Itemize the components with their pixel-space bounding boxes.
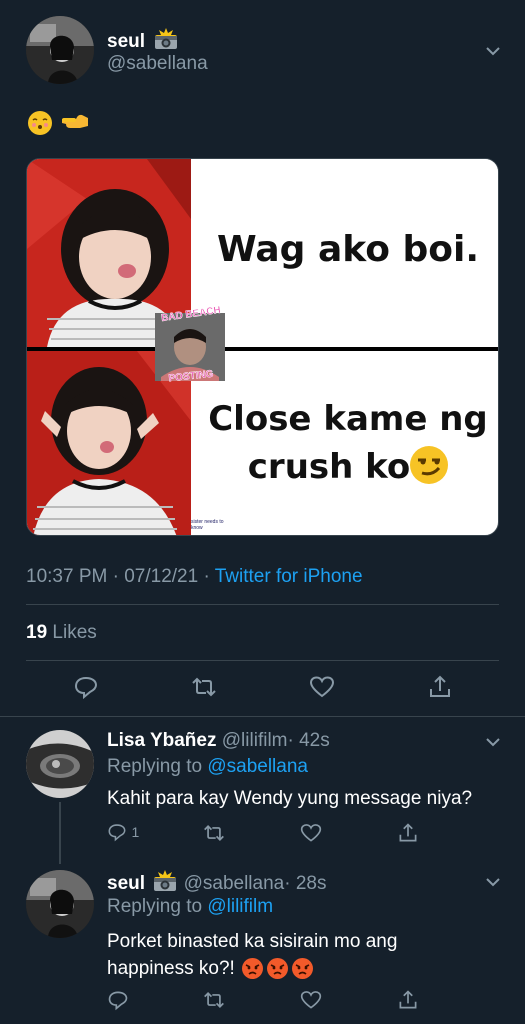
tweet-timestamp[interactable]: 10:37 PM · 07/12/21 ·	[26, 566, 215, 587]
likes-count: 19	[26, 622, 48, 643]
retweet-icon[interactable]	[191, 674, 217, 700]
retweet-icon[interactable]	[203, 989, 225, 1011]
meme-bottom-text-line1: Close kame ng	[208, 399, 488, 439]
meme-top-text: Wag ako boi.	[216, 229, 480, 270]
reply-text-line1: Porket binasted ka sisirain mo ang	[107, 931, 398, 952]
meme-bottom-text-line2: crush ko	[203, 443, 493, 491]
replying-to-label: Replying to	[107, 896, 208, 917]
divider	[26, 660, 499, 661]
pointing-left-icon	[60, 110, 90, 135]
reply-header: seul @sabellana· 28s	[107, 870, 326, 898]
reply-icon[interactable]	[107, 989, 129, 1011]
bad-beach-sticker: BAD BEACH POSTING	[147, 305, 233, 387]
like-icon[interactable]	[300, 989, 322, 1011]
angry-face-icon	[242, 958, 264, 980]
likes-count-row[interactable]: 19 Likes	[26, 622, 97, 644]
share-icon[interactable]	[397, 989, 419, 1011]
reply-count: 1	[131, 824, 140, 840]
replying-to-handle[interactable]: @lilifilm	[207, 896, 273, 917]
camera-flash-icon	[153, 28, 179, 55]
reply-time[interactable]: · 28s	[284, 873, 326, 894]
angry-face-icon	[292, 958, 314, 980]
camera-flash-icon	[152, 870, 178, 898]
retweet-icon[interactable]	[203, 822, 225, 844]
reply-text-line2-words: happiness ko?!	[107, 958, 235, 979]
reply-time[interactable]: · 42s	[288, 730, 330, 751]
reply-button[interactable]: 1	[107, 822, 139, 844]
smirking-face-icon	[410, 446, 449, 484]
avatar[interactable]	[26, 16, 94, 84]
reply-author-name[interactable]: seul	[107, 873, 145, 894]
share-icon[interactable]	[427, 674, 453, 700]
replying-to-handle[interactable]: @sabellana	[207, 756, 308, 777]
avatar[interactable]	[26, 730, 94, 798]
kissing-face-icon	[28, 110, 52, 135]
tweet-timestamp-row: 10:37 PM · 07/12/21 · Twitter for iPhone	[26, 566, 363, 588]
replying-to-label: Replying to	[107, 756, 208, 777]
chevron-down-icon[interactable]	[482, 40, 504, 62]
divider	[26, 604, 499, 605]
reply-text: Porket binasted ka sisirain mo ang happi…	[107, 928, 397, 982]
reply-author-handle[interactable]: @sabellana	[184, 873, 285, 894]
reply-icon[interactable]	[107, 822, 127, 842]
like-icon[interactable]	[309, 674, 335, 700]
meme-watermark: sister needs to know	[191, 519, 251, 531]
tweet-source[interactable]: Twitter for iPhone	[215, 566, 363, 587]
reply-text-line2: happiness ko?!	[107, 955, 397, 982]
angry-face-icon	[267, 958, 289, 980]
chevron-down-icon[interactable]	[482, 871, 504, 893]
likes-label: Likes	[47, 622, 97, 643]
thread-line	[59, 802, 61, 864]
author-name[interactable]: seul	[107, 31, 145, 52]
share-icon[interactable]	[397, 822, 419, 844]
reply-text: Kahit para kay Wendy yung message niya?	[107, 788, 473, 809]
meme-watermark-line2: know	[191, 525, 203, 531]
like-icon[interactable]	[300, 822, 322, 844]
reply-header: Lisa Ybañez @lilifilm· 42s	[107, 730, 330, 752]
replying-to: Replying to @sabellana	[107, 756, 308, 778]
meme-bottom-text: Close kame ng crush ko	[203, 395, 493, 491]
author-handle[interactable]: @sabellana	[107, 53, 208, 75]
author-name-row: seul	[107, 28, 179, 55]
reply-author-handle[interactable]: @lilifilm	[222, 730, 288, 751]
chevron-down-icon[interactable]	[482, 731, 504, 753]
tweet-image[interactable]: Wag ako boi. BAD BEACH POSTING Close kam…	[26, 158, 499, 536]
tweet-text	[28, 110, 90, 138]
reply-author-name[interactable]: Lisa Ybañez	[107, 730, 216, 751]
meme-bottom-text-line2-words: crush ko	[247, 447, 411, 487]
reply-icon[interactable]	[73, 674, 99, 700]
avatar[interactable]	[26, 870, 94, 938]
replying-to: Replying to @lilifilm	[107, 896, 273, 918]
divider	[0, 716, 525, 717]
